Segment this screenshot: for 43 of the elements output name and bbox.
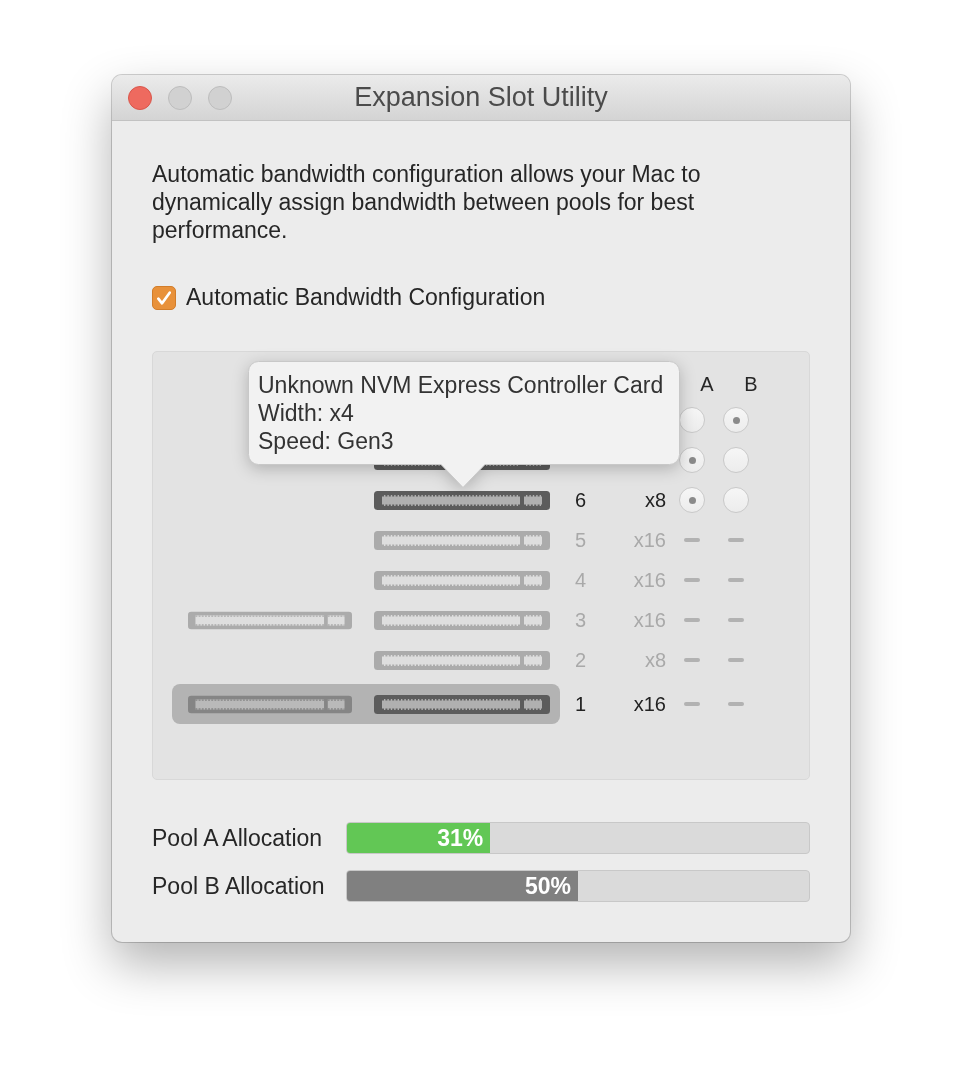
slot-number: 5	[575, 528, 587, 551]
close-button[interactable]	[128, 85, 152, 110]
tooltip-text: Unknown NVM Express Controller Card	[258, 371, 664, 399]
dash-icon	[728, 618, 744, 622]
description-text: Automatic bandwidth configuration allows your Mac to dynamically assign bandwidth between pools for best performance.	[152, 160, 702, 244]
slot-number: 6	[575, 488, 587, 511]
radio-button[interactable]	[679, 487, 705, 513]
slot-number: 3	[575, 608, 587, 631]
dash-icon	[728, 658, 744, 662]
percentage-label: 31%	[437, 824, 484, 852]
percentage-label: 50%	[524, 872, 571, 900]
radio-button[interactable]	[723, 487, 749, 513]
lane-width: x16	[633, 608, 666, 631]
slot-number: 1	[575, 692, 587, 715]
dash-icon	[684, 658, 700, 662]
lane-width: x8	[644, 648, 666, 671]
checkbox[interactable]	[152, 285, 176, 310]
dash-icon	[684, 578, 700, 582]
dash-icon	[684, 618, 700, 622]
lane-width: x16	[633, 528, 666, 551]
lane-width: x8	[644, 488, 666, 511]
dash-icon	[728, 702, 744, 706]
dash-icon	[684, 538, 700, 542]
slot-number: 2	[575, 648, 587, 671]
checkbox-label: Automatic Bandwidth Configuration	[186, 284, 546, 311]
tooltip-text: Speed: Gen3	[258, 427, 394, 455]
dash-icon	[684, 702, 700, 706]
column-header: A	[700, 372, 714, 396]
radio-button[interactable]	[679, 447, 705, 473]
pool-label: Pool B Allocation	[152, 872, 326, 900]
lane-width: x16	[633, 692, 666, 715]
radio-button[interactable]	[723, 407, 749, 433]
checkmark-icon	[157, 290, 171, 305]
window-title: Expansion Slot Utility	[354, 82, 608, 113]
radio-button[interactable]	[723, 447, 749, 473]
slot-number: 4	[575, 568, 587, 591]
pool-label: Pool A Allocation	[152, 824, 324, 852]
column-header: B	[744, 372, 758, 396]
dash-icon	[728, 538, 744, 542]
tooltip-text: Width: x4	[258, 399, 354, 427]
dash-icon	[728, 578, 744, 582]
lane-width: x16	[633, 568, 666, 591]
radio-button[interactable]	[679, 407, 705, 433]
